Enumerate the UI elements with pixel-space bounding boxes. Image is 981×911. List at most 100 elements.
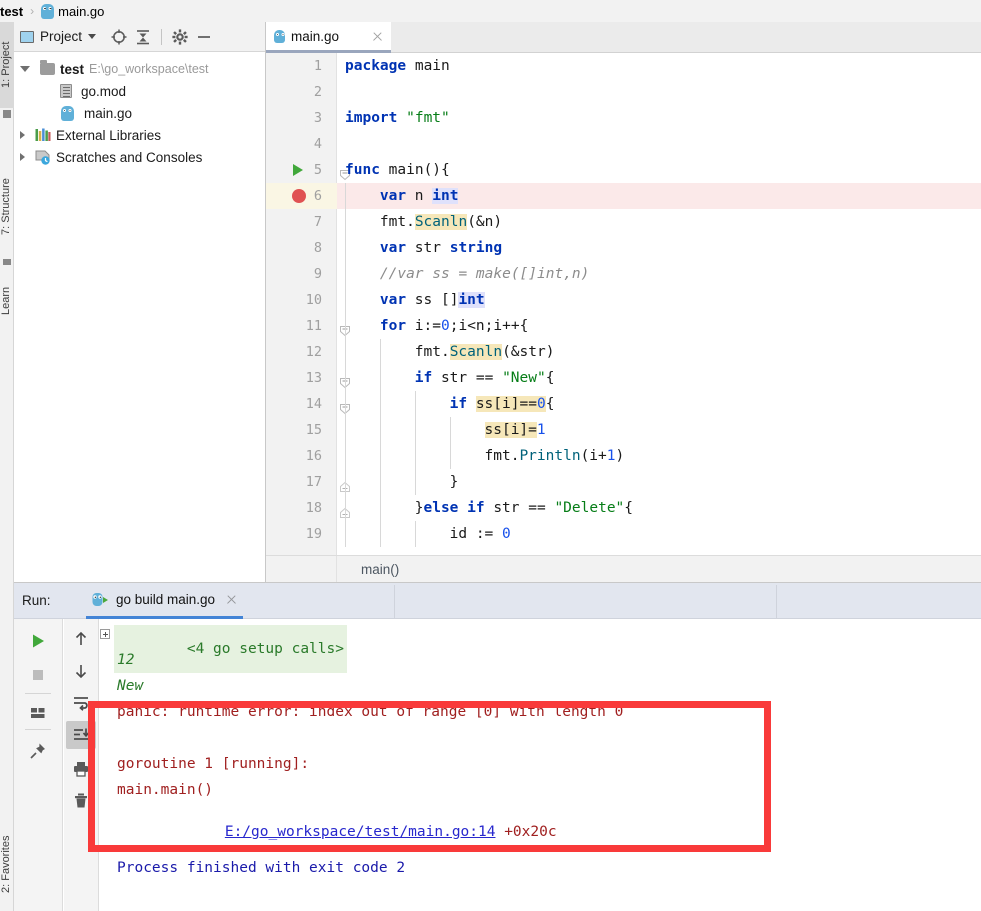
code-line[interactable]: 4 <box>266 131 981 157</box>
tab-main-go[interactable]: main.go <box>266 22 391 53</box>
close-icon[interactable] <box>372 31 383 42</box>
chevron-collapsed-icon[interactable] <box>20 131 25 139</box>
chevron-down-icon[interactable] <box>88 34 97 39</box>
line-number: 19 <box>305 526 322 542</box>
code-line[interactable]: 16 fmt.Println(i+1) <box>266 443 981 469</box>
code-token: str <box>414 240 450 256</box>
tree-node-external-libraries[interactable]: External Libraries <box>14 124 265 146</box>
indent-guide <box>379 495 381 521</box>
code-token: ss[i] <box>475 396 520 412</box>
stack-offset: +0x20c <box>495 824 557 840</box>
indent-guide <box>449 417 451 443</box>
code-line[interactable]: 19 id := 0 <box>266 521 981 547</box>
code-token: Println <box>519 448 581 464</box>
tree-node-test[interactable]: test E:\go_workspace\test <box>14 58 265 80</box>
indent-guide <box>379 339 381 365</box>
breadcrumb-separator: › <box>30 4 35 18</box>
code-token: { <box>624 500 634 516</box>
indent-guide <box>414 469 416 495</box>
console-line-stack-frame[interactable]: E:/go_workspace/test/main.go:14 +0x20c <box>155 808 557 856</box>
layout-button[interactable] <box>23 699 53 727</box>
code-line[interactable]: 12 fmt.Scanln(&str) <box>266 339 981 365</box>
run-gutter-icon[interactable] <box>293 164 303 176</box>
chevron-expanded-icon[interactable] <box>20 66 30 72</box>
code-line[interactable]: 11 for i:=0;i<n;i++{ <box>266 313 981 339</box>
clear-all-button[interactable] <box>66 787 96 815</box>
code-token: fmt <box>379 214 407 230</box>
close-icon[interactable] <box>226 594 237 605</box>
tree-node-main-go[interactable]: main.go <box>14 102 265 124</box>
code-token: //var ss = make([]int,n) <box>379 266 590 282</box>
console-line-goroutine: goroutine 1 [running]: <box>117 756 310 772</box>
prev-occurrence-button[interactable] <box>66 625 96 653</box>
go-gopher-icon <box>61 105 74 121</box>
code-line[interactable]: 14 if ss[i]==0{ <box>266 391 981 417</box>
hide-icon[interactable] <box>195 28 213 46</box>
expand-icon[interactable] <box>100 629 110 639</box>
code-line[interactable]: 13 if str == "New"{ <box>266 365 981 391</box>
next-occurrence-button[interactable] <box>66 657 96 685</box>
code-token: { <box>545 396 555 412</box>
sidebar-item-learn[interactable]: Learn <box>0 272 14 330</box>
locate-icon[interactable] <box>110 28 128 46</box>
indent-guide <box>345 443 346 469</box>
breadcrumb-file[interactable]: main.go <box>58 4 104 19</box>
code-line[interactable]: 5 func main(){ <box>266 157 981 183</box>
code-line[interactable]: 15 ss[i]=1 <box>266 417 981 443</box>
chevron-collapsed-icon[interactable] <box>20 153 25 161</box>
code-token: 1 <box>536 422 546 438</box>
stop-button[interactable] <box>23 661 53 689</box>
code-line[interactable]: 10 var ss []int <box>266 287 981 313</box>
toolbar-divider <box>161 28 163 45</box>
code-line[interactable]: 2 <box>266 79 981 105</box>
sidebar-item-structure[interactable]: 7: Structure <box>0 157 14 257</box>
breakpoint-icon[interactable] <box>292 189 306 203</box>
code-canvas[interactable]: 1 package main 2 3 import "fmt" 4 5 func main()… <box>266 53 981 555</box>
sidebar-item-favorites[interactable]: 2: Favorites <box>0 812 14 911</box>
toolbar-divider <box>25 693 51 694</box>
stack-trace-link[interactable]: E:/go_workspace/test/main.go:14 <box>225 824 496 840</box>
code-line[interactable]: 8 var str string <box>266 235 981 261</box>
go-gopher-icon <box>274 29 285 43</box>
code-line[interactable]: 18}else if str == "Delete"{ <box>266 495 981 521</box>
tree-node-go-mod[interactable]: go.mod <box>14 80 265 102</box>
code-text: fmt.Scanln(&str) <box>415 339 554 365</box>
sidebar-item-project[interactable]: 1: Project <box>0 22 14 108</box>
project-strip-marker <box>3 110 11 118</box>
code-token: 1 <box>606 448 616 464</box>
current-line-highlight <box>266 183 981 209</box>
code-text: ss[i]=1 <box>484 417 546 443</box>
code-line[interactable]: 17} <box>266 469 981 495</box>
line-number: 9 <box>313 266 322 282</box>
breadcrumb-project[interactable]: test <box>0 4 23 19</box>
run-tab-go-build[interactable]: go build main.go <box>86 583 244 619</box>
code-line[interactable]: 9 //var ss = make([]int,n) <box>266 261 981 287</box>
rerun-button[interactable] <box>23 627 53 655</box>
collapse-all-icon[interactable] <box>134 28 152 46</box>
gear-icon[interactable] <box>171 28 189 46</box>
code-token: var <box>379 188 415 204</box>
left-tool-strip: 1: Project 7: Structure Learn 2: Favorit… <box>0 22 14 911</box>
scratches-icon <box>35 150 51 165</box>
code-line[interactable]: 3 import "fmt" <box>266 105 981 131</box>
tab-label: main.go <box>291 28 340 44</box>
code-line[interactable]: 1 package main <box>266 53 981 79</box>
scroll-to-end-button[interactable] <box>66 721 96 749</box>
print-button[interactable] <box>66 755 96 783</box>
run-console-output[interactable]: <4 go setup calls> 12 New panic: runtime… <box>100 619 981 911</box>
project-toolbar: Project <box>14 22 265 52</box>
tree-node-scratches-and-consoles[interactable]: Scratches and Consoles <box>14 146 265 168</box>
code-line[interactable]: 7 fmt.Scanln(&n) <box>266 209 981 235</box>
project-tool-window: Project test E:\go_workspace\test go.mod… <box>14 22 266 582</box>
code-token: ss [] <box>414 292 459 308</box>
console-collapsed-header[interactable]: <4 go setup calls> <box>114 625 347 673</box>
pin-button[interactable] <box>23 737 53 765</box>
breadcrumb: test › main.go <box>0 0 981 22</box>
editor-context-label[interactable]: main() <box>337 562 399 577</box>
code-line[interactable]: 6 var n int <box>266 183 981 209</box>
code-text: id := 0 <box>450 521 511 547</box>
code-token: "Delete" <box>554 500 625 516</box>
line-number: 16 <box>305 448 322 464</box>
code-token: ) <box>615 448 625 464</box>
soft-wrap-button[interactable] <box>66 689 96 717</box>
